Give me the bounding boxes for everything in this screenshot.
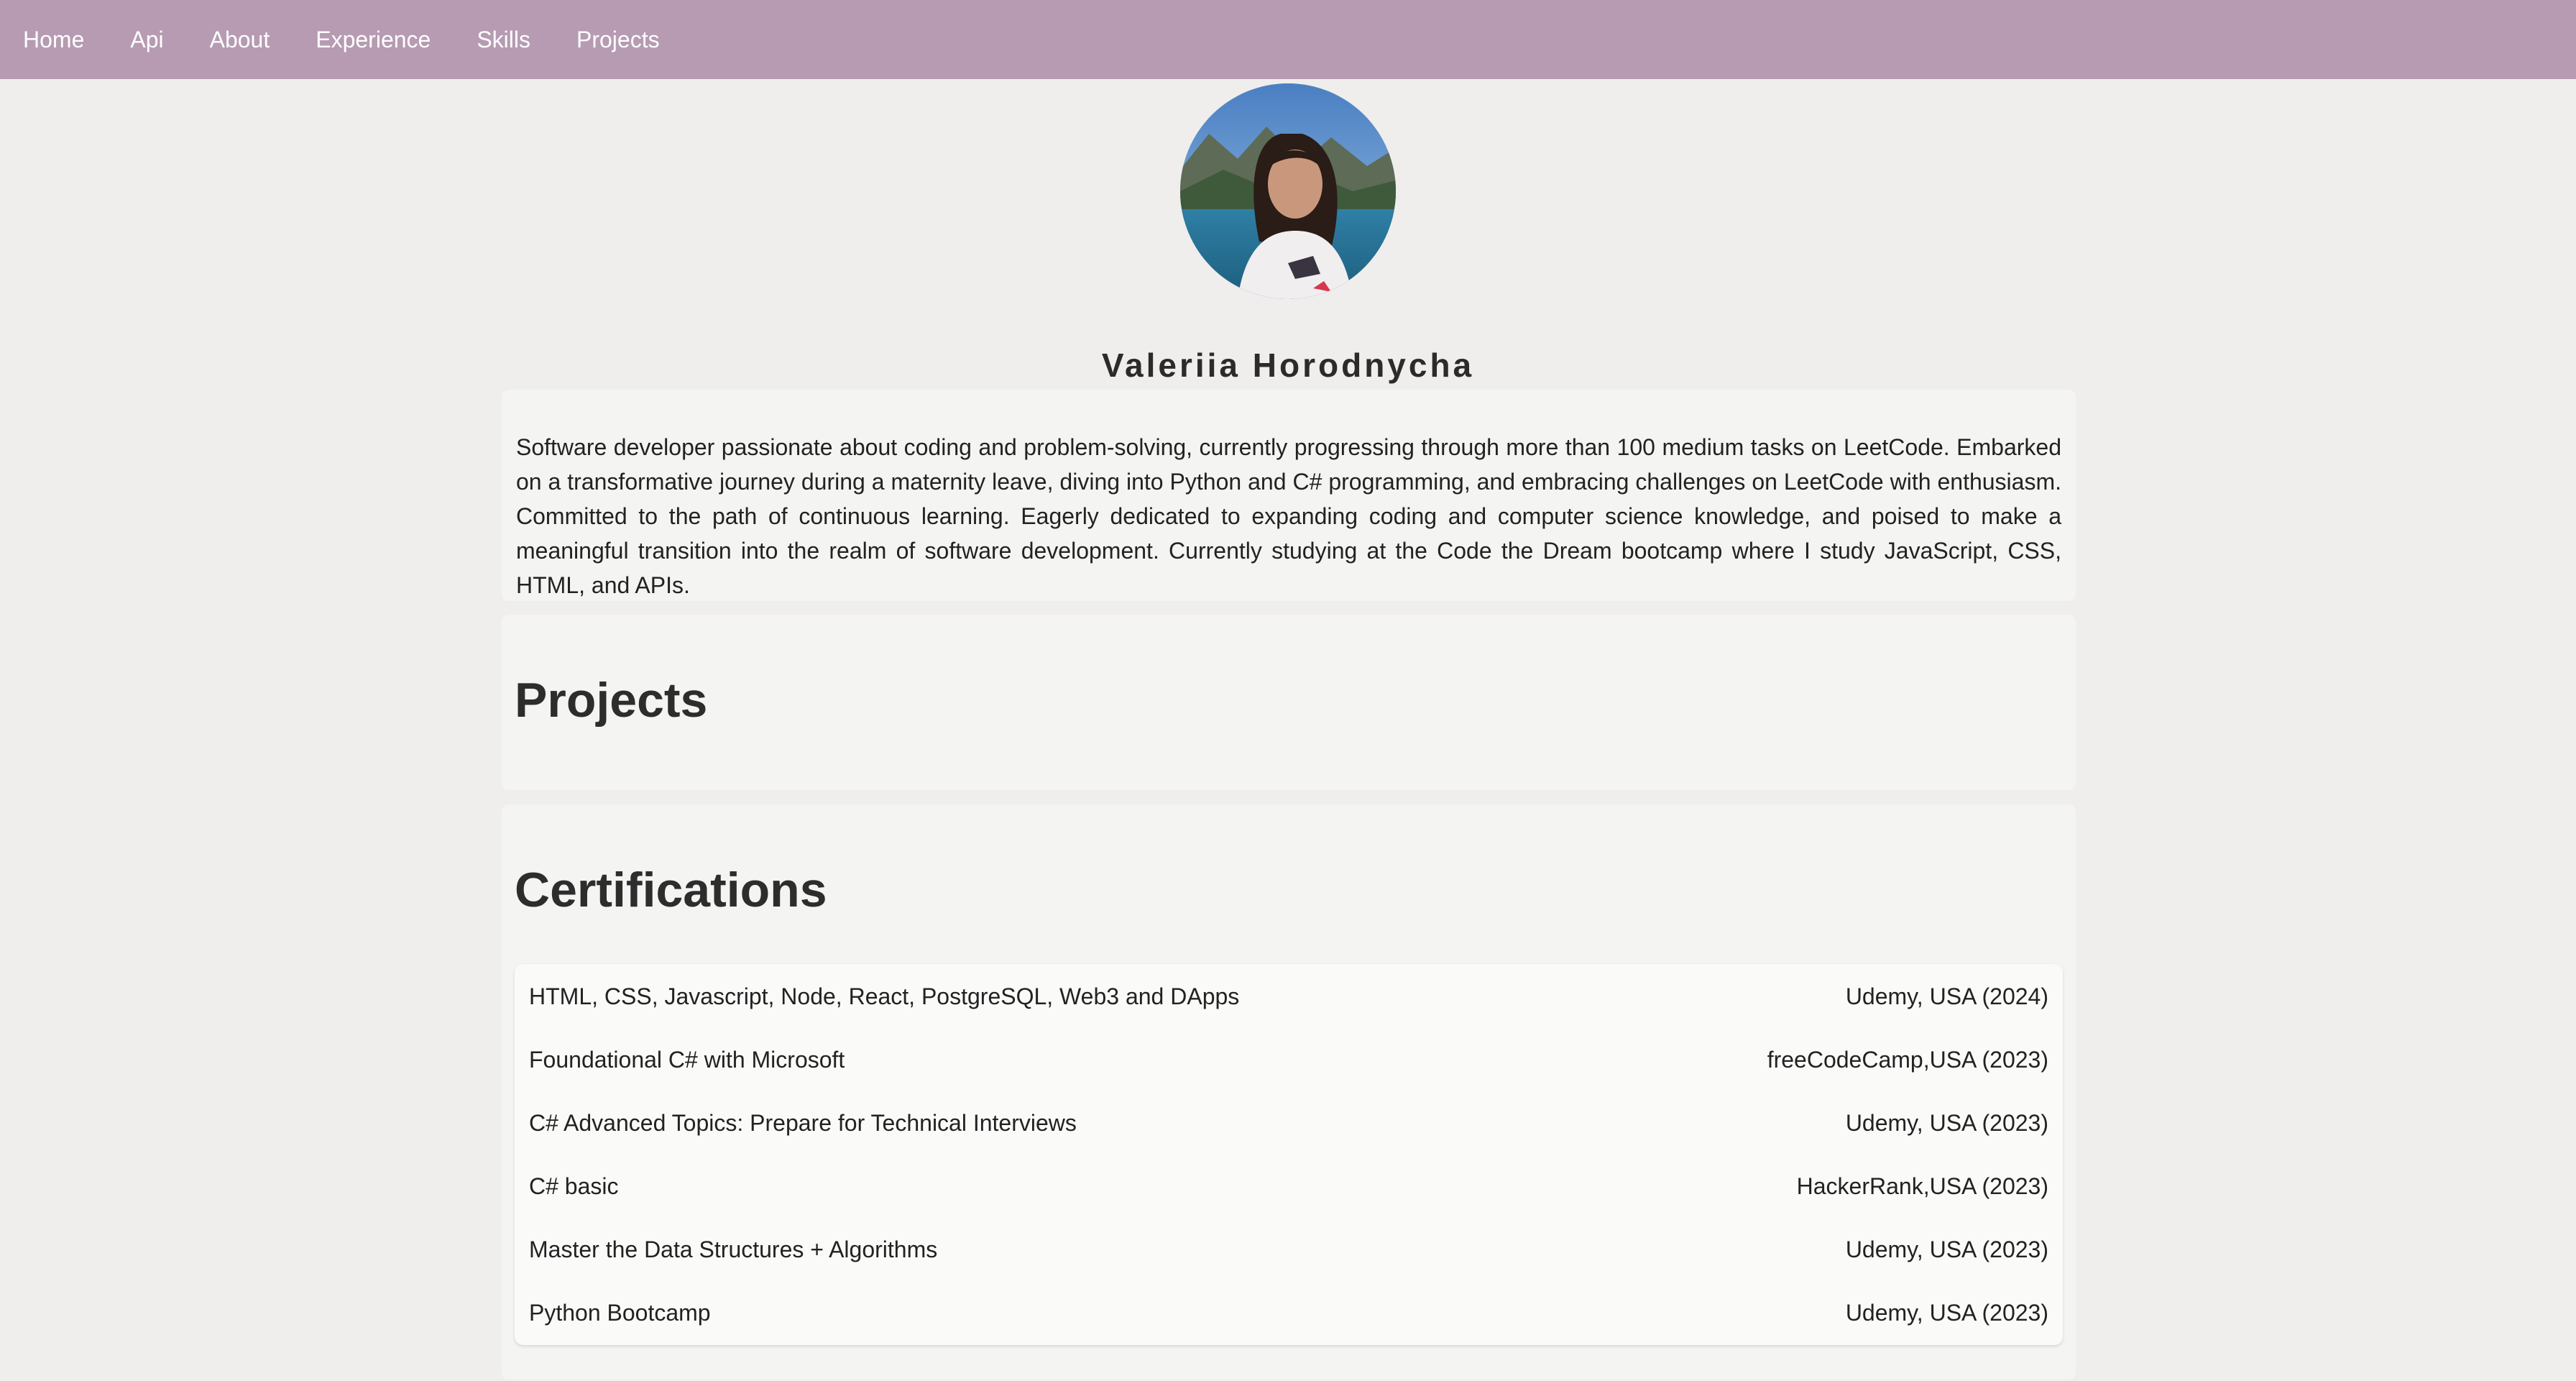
certification-item: Foundational C# with Microsoft freeCodeC… bbox=[529, 1038, 2048, 1081]
nav-link-experience[interactable]: Experience bbox=[316, 27, 431, 53]
certification-issuer: Udemy, USA (2023) bbox=[1845, 1236, 2048, 1262]
certification-title: C# Advanced Topics: Prepare for Technica… bbox=[529, 1109, 1077, 1136]
certification-issuer: HackerRank,USA (2023) bbox=[1796, 1173, 2048, 1199]
certification-item: C# Advanced Topics: Prepare for Technica… bbox=[529, 1101, 2048, 1144]
avatar bbox=[1180, 83, 1396, 299]
certification-item: Master the Data Structures + Algorithms … bbox=[529, 1228, 2048, 1271]
top-navbar: Home Api About Experience Skills Project… bbox=[0, 0, 2576, 79]
nav-link-projects[interactable]: Projects bbox=[576, 27, 660, 53]
certification-title: Foundational C# with Microsoft bbox=[529, 1046, 845, 1073]
certification-title: C# basic bbox=[529, 1173, 619, 1199]
certification-issuer: Udemy, USA (2023) bbox=[1845, 1299, 2048, 1326]
about-section: Software developer passionate about codi… bbox=[502, 390, 2076, 601]
certification-title: Master the Data Structures + Algorithms bbox=[529, 1236, 938, 1262]
about-bio: Software developer passionate about codi… bbox=[516, 434, 2061, 598]
certifications-list: HTML, CSS, Javascript, Node, React, Post… bbox=[515, 964, 2063, 1345]
nav-link-about[interactable]: About bbox=[210, 27, 270, 53]
nav-link-skills[interactable]: Skills bbox=[477, 27, 530, 53]
certification-item: HTML, CSS, Javascript, Node, React, Post… bbox=[529, 975, 2048, 1018]
certification-issuer: Udemy, USA (2023) bbox=[1845, 1109, 2048, 1136]
projects-section: Projects bbox=[502, 615, 2076, 790]
certifications-section: Certifications HTML, CSS, Javascript, No… bbox=[502, 804, 2076, 1380]
certification-issuer: freeCodeCamp,USA (2023) bbox=[1767, 1046, 2048, 1073]
certifications-title: Certifications bbox=[515, 863, 827, 917]
projects-title: Projects bbox=[515, 673, 708, 728]
certification-title: Python Bootcamp bbox=[529, 1299, 711, 1326]
nav-link-home[interactable]: Home bbox=[23, 27, 84, 53]
certification-item: C# basic HackerRank,USA (2023) bbox=[529, 1165, 2048, 1208]
certification-issuer: Udemy, USA (2024) bbox=[1845, 983, 2048, 1009]
certification-item: Python Bootcamp Udemy, USA (2023) bbox=[529, 1291, 2048, 1334]
profile-name: Valeriia Horodnycha bbox=[1101, 346, 1475, 384]
nav-link-api[interactable]: Api bbox=[130, 27, 163, 53]
profile-photo-icon bbox=[1180, 83, 1396, 299]
certification-title: HTML, CSS, Javascript, Node, React, Post… bbox=[529, 983, 1240, 1009]
